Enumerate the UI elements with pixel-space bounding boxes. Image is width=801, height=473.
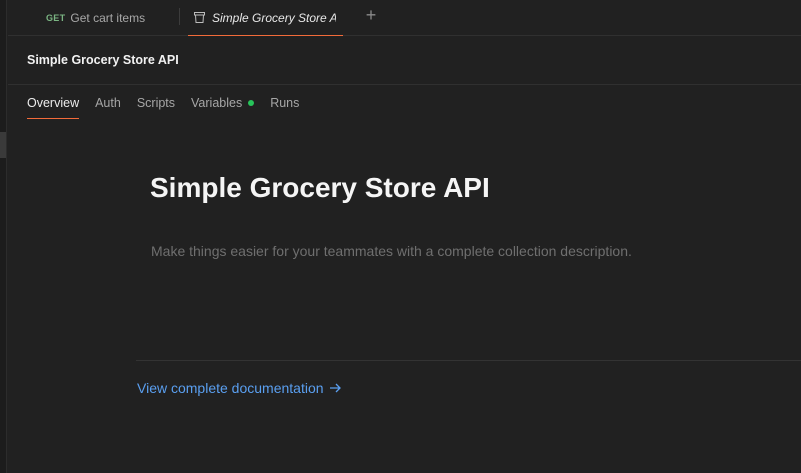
tab-label: Get cart items [70,11,146,25]
tab-separator [179,8,180,25]
variables-status-dot [248,100,255,106]
tab-overview[interactable]: Overview [27,85,80,120]
subtab-bar: Overview Auth Scripts Variables Runs [27,85,315,120]
collection-overview-window: GET Get cart items Simple Grocery Store … [0,0,801,473]
tab-simple-grocery-store-api[interactable]: Simple Grocery Store AF [188,0,343,36]
left-sidebar-edge [0,0,7,473]
collection-icon [192,11,206,25]
collection-header: Simple Grocery Store API [8,36,801,85]
method-badge: GET [46,13,66,23]
resize-handle[interactable] [0,132,6,158]
view-documentation-link[interactable]: View complete documentation [137,380,342,396]
overview-title[interactable]: Simple Grocery Store API [150,172,490,204]
tab-variables[interactable]: Variables [191,85,255,120]
tab-bar: GET Get cart items Simple Grocery Store … [8,0,801,36]
divider [136,360,801,361]
tab-auth[interactable]: Auth [95,85,121,120]
plus-icon[interactable]: + [363,6,379,24]
tab-scripts[interactable]: Scripts [137,85,175,120]
tab-get-cart-items[interactable]: GET Get cart items [46,0,145,36]
arrow-right-icon [329,382,342,394]
collection-title: Simple Grocery Store API [27,53,179,67]
tab-runs[interactable]: Runs [270,85,299,120]
description-placeholder[interactable]: Make things easier for your teammates wi… [151,243,632,259]
tab-label: Simple Grocery Store AF [212,10,336,25]
